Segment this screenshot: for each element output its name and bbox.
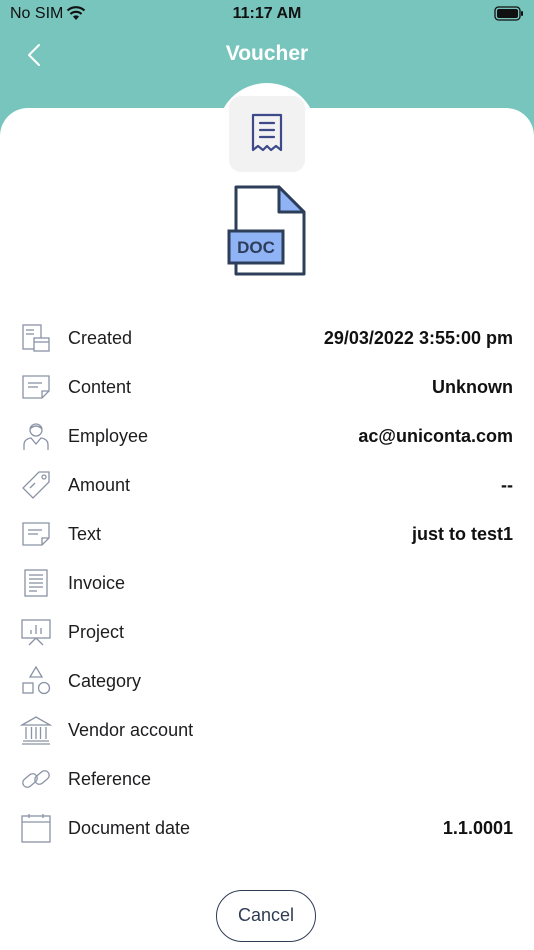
field-label: Reference (68, 769, 152, 789)
link-icon (22, 770, 50, 788)
voucher-icon-tile (229, 96, 305, 172)
field-row-vendor-account[interactable]: Vendor account (0, 706, 534, 755)
bank-icon (20, 716, 52, 745)
presentation-icon (21, 619, 51, 646)
calendar-icon (21, 814, 51, 843)
price-tag-icon (22, 471, 50, 499)
status-bar: No SIM 11:17 AM (0, 0, 534, 28)
field-label: Employee (68, 426, 149, 446)
field-row-category[interactable]: Category (0, 657, 534, 706)
battery-icon (494, 6, 523, 21)
note-icon (22, 522, 50, 546)
field-value: ac@uniconta.com (358, 426, 513, 446)
field-row-content: Content Unknown (0, 363, 534, 412)
field-label: Document date (68, 818, 191, 838)
field-row-text: Text just to test1 (0, 510, 534, 559)
field-label: Project (68, 622, 125, 642)
field-label: Vendor account (68, 720, 194, 740)
shapes-icon (22, 665, 51, 695)
calendar-document-icon (22, 324, 50, 352)
field-label: Category (68, 671, 142, 691)
field-value: 1.1.0001 (442, 818, 513, 838)
invoice-icon (24, 569, 48, 597)
field-value: Unknown (432, 377, 513, 397)
doc-type-label: DOC (237, 238, 275, 257)
field-value: -- (501, 475, 513, 495)
field-label: Text (68, 524, 102, 544)
voucher-fields-list: Created 29/03/2022 3:55:00 pm Content Un… (0, 314, 534, 853)
field-value: 29/03/2022 3:55:00 pm (323, 328, 513, 348)
field-label: Created (68, 328, 133, 348)
doc-file-icon[interactable]: DOC (227, 185, 309, 279)
receipt-icon (251, 113, 283, 152)
field-row-employee: Employee ac@uniconta.com (0, 412, 534, 461)
field-row-reference[interactable]: Reference (0, 755, 534, 804)
page-title: Voucher (225, 42, 309, 65)
person-icon (23, 423, 49, 450)
field-label: Amount (68, 475, 131, 495)
field-row-invoice[interactable]: Invoice (0, 559, 534, 608)
clock-time: 11:17 AM (232, 5, 302, 22)
field-row-document-date: Document date 1.1.0001 (0, 804, 534, 853)
field-row-amount: Amount -- (0, 461, 534, 510)
field-row-created: Created 29/03/2022 3:55:00 pm (0, 314, 534, 363)
cancel-button[interactable]: Cancel (216, 890, 316, 942)
field-value: just to test1 (411, 524, 513, 544)
field-row-project[interactable]: Project (0, 608, 534, 657)
field-label: Invoice (68, 573, 126, 593)
note-icon (22, 375, 50, 399)
field-label: Content (68, 377, 132, 397)
